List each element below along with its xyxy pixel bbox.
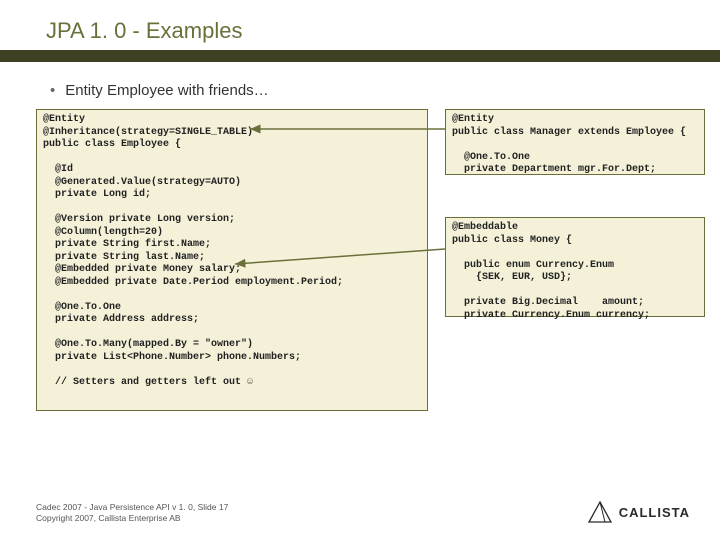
title-divider xyxy=(0,50,720,62)
footer-line2: Copyright 2007, Callista Enterprise AB xyxy=(36,513,228,524)
logo-text: CALLISTA xyxy=(619,505,690,520)
code-manager: @Entity public class Manager extends Emp… xyxy=(445,109,705,175)
content-area: @Entity @Inheritance(strategy=SINGLE_TAB… xyxy=(0,109,720,449)
code-employee: @Entity @Inheritance(strategy=SINGLE_TAB… xyxy=(36,109,428,411)
bullet-text: Entity Employee with friends… xyxy=(0,62,720,109)
slide-title: JPA 1. 0 - Examples xyxy=(0,0,720,50)
footer: Cadec 2007 - Java Persistence API v 1. 0… xyxy=(36,502,228,524)
footer-line1: Cadec 2007 - Java Persistence API v 1. 0… xyxy=(36,502,228,513)
logo: CALLISTA xyxy=(587,500,690,524)
logo-icon xyxy=(587,500,613,524)
code-money: @Embeddable public class Money { public … xyxy=(445,217,705,317)
